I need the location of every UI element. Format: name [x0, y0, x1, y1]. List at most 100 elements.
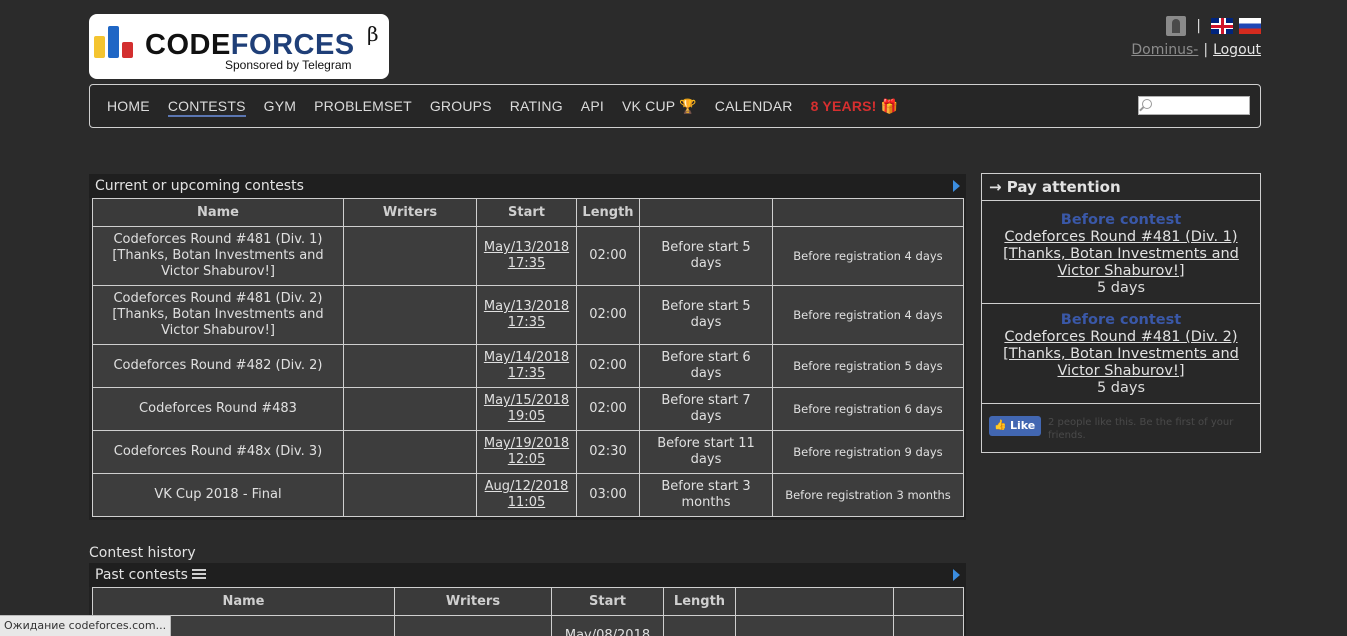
start-time-link[interactable]: May/14/2018 17:35 [484, 350, 569, 381]
contest-history-title: Contest history [89, 545, 196, 561]
column-header-empty [639, 198, 773, 227]
table-row: VK Cup 2018 - Final Aug/12/2018 11:05 03:… [92, 473, 964, 517]
separator: | [1203, 42, 1209, 58]
contest-start: May/13/2018 17:35 [476, 285, 577, 345]
attention-item: Before contest Codeforces Round #481 (Di… [982, 304, 1260, 404]
before-start: Before start 7 days [639, 387, 773, 431]
column-header-length: Length [576, 198, 640, 227]
logout-link[interactable]: Logout [1213, 42, 1261, 58]
contest-start: May/13/2018 17:35 [476, 226, 577, 286]
upcoming-contests-table: Current or upcoming contests Name Writer… [89, 174, 966, 520]
start-time-link[interactable]: May/08/2018 [565, 628, 650, 636]
logo-beta: β [367, 22, 379, 46]
menu-item-api[interactable]: API [581, 98, 604, 117]
menu-item-problemset[interactable]: PROBLEMSET [314, 98, 412, 117]
menu-item-8-years[interactable]: 8 YEARS! 🎁 [811, 98, 899, 117]
username-link[interactable]: Dominus- [1131, 42, 1198, 58]
contests-table: Name Writers Start Length Codeforces Rou… [92, 198, 964, 517]
expand-arrow-icon[interactable] [953, 180, 960, 192]
column-header-empty [735, 587, 894, 616]
contest-name: Codeforces Round #483 [92, 387, 344, 431]
menu-item-groups[interactable]: GROUPS [430, 98, 492, 117]
before-start: Before start 5 days [639, 285, 773, 345]
contest-length: 02:00 [576, 285, 640, 345]
start-time-link[interactable]: May/15/2018 19:05 [484, 393, 569, 424]
caption-text: Past contests [95, 567, 188, 583]
table-row: Codeforces Round #481 (Div. 2) [Thanks, … [92, 285, 964, 345]
column-header-start: Start [476, 198, 577, 227]
language-selector: | [1166, 16, 1261, 36]
russian-flag-icon[interactable] [1239, 18, 1261, 34]
contest-name: Codeforces Round #481 (Div. 1) [Thanks, … [92, 226, 344, 286]
column-header-empty [893, 587, 964, 616]
expand-arrow-icon[interactable] [953, 569, 960, 581]
contest-length: 03:00 [576, 473, 640, 517]
start-time-link[interactable]: May/13/2018 17:35 [484, 240, 569, 271]
like-text: 2 people like this. Be the first of your… [1048, 417, 1234, 441]
search-input[interactable] [1157, 100, 1251, 118]
menu-item-contests[interactable]: CONTESTS [167, 98, 246, 117]
before-registration: Before registration 5 days [772, 344, 964, 388]
contest-start: Aug/12/2018 11:05 [476, 473, 577, 517]
contest-length: 02:00 [576, 344, 640, 388]
list-icon[interactable] [191, 569, 206, 580]
contest-length [663, 615, 736, 636]
attention-item: Before contest Codeforces Round #481 (Di… [982, 201, 1260, 304]
contest-writers [343, 226, 477, 286]
start-time-link[interactable]: Aug/12/2018 11:05 [485, 479, 569, 510]
menu-item-calendar[interactable]: CALENDAR [715, 98, 793, 117]
before-contest-label: Before contest [1060, 212, 1182, 228]
facebook-like-widget: Like 2 people like this. Be the first of… [982, 404, 1260, 468]
contest-link[interactable]: Codeforces Round #481 (Div. 1) [Thanks, … [1003, 229, 1239, 279]
before-contest-label: Before contest [1060, 312, 1182, 328]
contest-name: VK Cup 2018 - Final [92, 473, 344, 517]
countdown: 5 days [1096, 380, 1146, 396]
before-registration: Before registration 6 days [772, 387, 964, 431]
contest-link[interactable]: Codeforces Round #481 (Div. 2) [Thanks, … [1003, 329, 1239, 379]
search-icon [1142, 99, 1152, 109]
table-row: Codeforces Round #481 (Div. 1) [Thanks, … [92, 226, 964, 286]
contest-writers [343, 387, 477, 431]
logo-sponsor: Sponsored by Telegram [225, 58, 352, 72]
contest-writers [343, 344, 477, 388]
table-header-row: Name Writers Start Length [92, 198, 964, 227]
contest-registrants [893, 615, 964, 636]
english-flag-icon[interactable] [1211, 18, 1233, 34]
contest-standings [735, 615, 894, 636]
table-caption: Past contests [89, 563, 966, 587]
contest-start: May/08/2018 [551, 615, 664, 636]
before-start: Before start 5 days [639, 226, 773, 286]
contest-writers [394, 615, 552, 636]
menu-item-rating[interactable]: RATING [510, 98, 563, 117]
separator: | [1196, 18, 1201, 34]
column-header-name: Name [92, 198, 344, 227]
like-button[interactable]: Like [989, 416, 1041, 436]
past-contests-grid: Name Writers Start Length May/08/2018 [92, 587, 964, 636]
logo-bars-icon [94, 26, 136, 58]
menu-item-home[interactable]: HOME [107, 98, 150, 117]
before-start: Before start 6 days [639, 344, 773, 388]
column-header-empty [772, 198, 964, 227]
column-header-writers: Writers [343, 198, 477, 227]
table-row: May/08/2018 [92, 615, 964, 636]
before-start: Before start 11 days [639, 430, 773, 474]
start-time-link[interactable]: May/13/2018 17:35 [484, 299, 569, 330]
column-header-length: Length [663, 587, 736, 616]
contest-writers [343, 473, 477, 517]
before-registration: Before registration 4 days [772, 285, 964, 345]
mode-toggle-icon[interactable] [1166, 16, 1187, 36]
start-time-link[interactable]: May/19/2018 12:05 [484, 436, 569, 467]
before-registration: Before registration 3 months [772, 473, 964, 517]
table-header-row: Name Writers Start Length [92, 587, 964, 616]
contest-length: 02:00 [576, 387, 640, 431]
contest-start: May/19/2018 12:05 [476, 430, 577, 474]
column-header-start: Start [551, 587, 664, 616]
codeforces-logo[interactable]: CODEFORCES β Sponsored by Telegram [89, 14, 389, 79]
search-box[interactable] [1138, 96, 1251, 118]
menu-item-gym[interactable]: GYM [264, 98, 297, 117]
contest-length: 02:00 [576, 226, 640, 286]
main-menu: HOME CONTESTS GYM PROBLEMSET GROUPS RATI… [89, 84, 1261, 128]
menu-item-vk-cup[interactable]: VK CUP 🏆 [622, 98, 697, 117]
table-caption: Current or upcoming contests [89, 174, 966, 198]
contest-writers [343, 430, 477, 474]
